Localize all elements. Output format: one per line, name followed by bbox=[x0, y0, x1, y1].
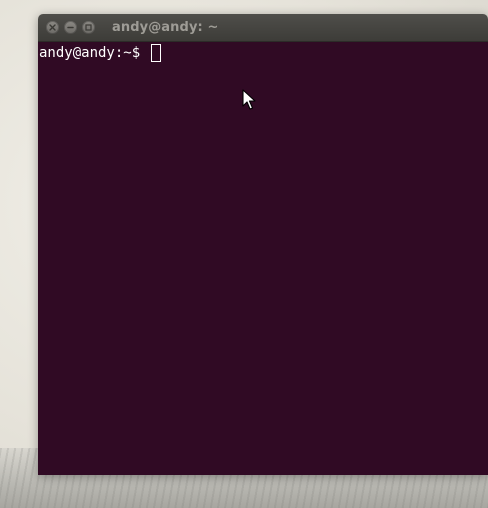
window-title: andy@andy: ~ bbox=[112, 20, 219, 35]
terminal-body[interactable]: andy@andy:~$ bbox=[38, 42, 488, 475]
text-cursor bbox=[150, 44, 161, 62]
shell-prompt: andy@andy:~$ bbox=[39, 45, 149, 61]
close-icon bbox=[49, 24, 56, 31]
prompt-line[interactable]: andy@andy:~$ bbox=[39, 43, 487, 63]
window-titlebar[interactable]: andy@andy: ~ bbox=[38, 14, 488, 42]
maximize-icon bbox=[85, 24, 92, 31]
minimize-button[interactable] bbox=[64, 21, 77, 34]
terminal-window[interactable]: andy@andy: ~ andy@andy:~$ bbox=[38, 14, 488, 475]
minimize-icon bbox=[67, 24, 74, 31]
mouse-pointer-icon bbox=[242, 89, 256, 111]
close-button[interactable] bbox=[46, 21, 59, 34]
window-controls bbox=[46, 21, 100, 34]
maximize-button[interactable] bbox=[82, 21, 95, 34]
